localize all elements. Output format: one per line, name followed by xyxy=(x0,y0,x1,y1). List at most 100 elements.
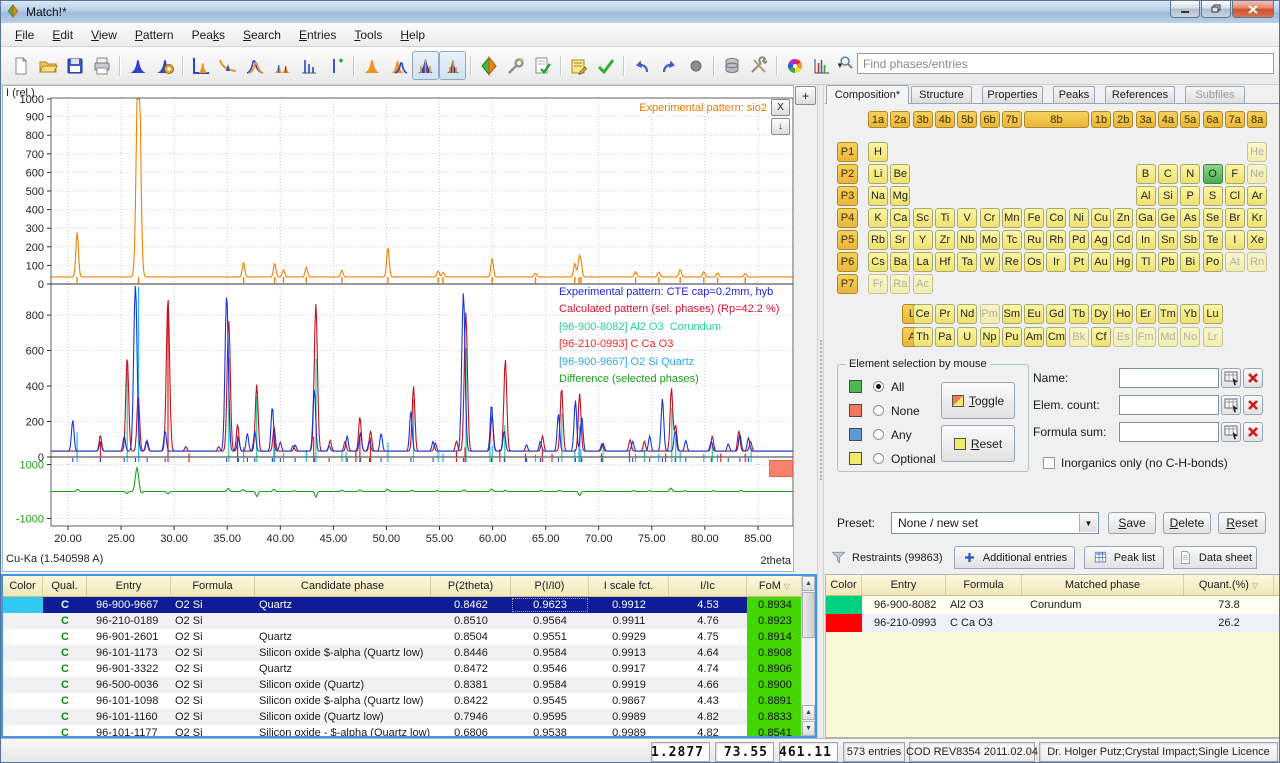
element-Al[interactable]: Al xyxy=(1136,186,1156,206)
background-curve-button[interactable] xyxy=(214,51,241,80)
candidate-row-96-101-1160[interactable]: C 96-101-1160 O2 Si Silicon oxide (Quart… xyxy=(3,709,815,725)
element-Si[interactable]: Si xyxy=(1158,186,1178,206)
column-header-entry[interactable]: Entry xyxy=(862,575,946,595)
element-Cd[interactable]: Cd xyxy=(1113,230,1133,250)
minimize-button[interactable] xyxy=(1170,1,1200,18)
element-S[interactable]: S xyxy=(1203,186,1223,206)
element-Pb[interactable]: Pb xyxy=(1158,252,1178,272)
candidate-table-scrollbar[interactable]: ▲ ▲ ▼ xyxy=(801,576,815,736)
element-Y[interactable]: Y xyxy=(913,230,933,250)
candidate-row-96-210-0189[interactable]: C 96-210-0189 O2 Si 0.8510 0.9564 0.9911… xyxy=(3,613,815,629)
element-Ga[interactable]: Ga xyxy=(1136,208,1156,228)
candidate-row-96-101-1173[interactable]: C 96-101-1173 O2 Si Silicon oxide $-alph… xyxy=(3,645,815,661)
element-Ag[interactable]: Ag xyxy=(1091,230,1111,250)
element-Te[interactable]: Te xyxy=(1203,230,1223,250)
element-Np[interactable]: Np xyxy=(980,327,1000,347)
group-header-5b[interactable]: 5b xyxy=(957,111,977,128)
formula-sum-field[interactable] xyxy=(1119,422,1219,442)
element-Fm[interactable]: Fm xyxy=(1136,327,1156,347)
element-Na[interactable]: Na xyxy=(868,186,888,206)
scroll-up2-icon[interactable]: ▲ xyxy=(802,705,815,720)
element-Er[interactable]: Er xyxy=(1136,304,1156,324)
element-Sc[interactable]: Sc xyxy=(913,208,933,228)
group-header-3a[interactable]: 3a xyxy=(1136,111,1156,128)
element-Kr[interactable]: Kr xyxy=(1247,208,1267,228)
tab-peaks[interactable]: Peaks xyxy=(1053,86,1095,103)
element-Hg[interactable]: Hg xyxy=(1113,252,1133,272)
element-Eu[interactable]: Eu xyxy=(1024,304,1044,324)
period-button-P2[interactable]: P2 xyxy=(837,164,858,184)
color-wheel-button[interactable] xyxy=(781,51,808,80)
element-At[interactable]: At xyxy=(1225,252,1245,272)
profile-overlap-button[interactable] xyxy=(241,51,268,80)
element-Hf[interactable]: Hf xyxy=(935,252,955,272)
element-Tm[interactable]: Tm xyxy=(1158,304,1178,324)
element-Ca[interactable]: Ca xyxy=(890,208,910,228)
element-Cr[interactable]: Cr xyxy=(980,208,1000,228)
radio-optional[interactable] xyxy=(873,453,884,464)
radio-none[interactable] xyxy=(873,405,884,416)
column-header-color[interactable]: Color xyxy=(826,575,862,595)
element-Es[interactable]: Es xyxy=(1113,327,1133,347)
column-header-qual[interactable]: Qual. xyxy=(43,576,87,596)
element-Tb[interactable]: Tb xyxy=(1069,304,1089,324)
toggle-button[interactable]: Toggle xyxy=(941,382,1015,419)
candidate-row-96-500-0036[interactable]: C 96-500-0036 O2 Si Silicon oxide (Quart… xyxy=(3,677,815,693)
preset-delete-button[interactable]: Delete xyxy=(1163,512,1211,534)
element-Li[interactable]: Li xyxy=(868,164,888,184)
column-header-fom[interactable]: FoM▽ xyxy=(747,576,803,596)
element-Lu[interactable]: Lu xyxy=(1203,304,1223,324)
name-clear-button[interactable] xyxy=(1243,368,1263,388)
group-header-8b[interactable]: 8b xyxy=(1024,111,1089,128)
scroll-down-icon[interactable]: ▼ xyxy=(802,721,815,736)
matched-phases-table[interactable]: ColorEntryFormulaMatched phaseQuant.(%)▽… xyxy=(825,574,1280,738)
element-N[interactable]: N xyxy=(1180,164,1200,184)
element-Rb[interactable]: Rb xyxy=(868,230,888,250)
element-Pd[interactable]: Pd xyxy=(1069,230,1089,250)
column-header-quant[interactable]: Quant.(%)▽ xyxy=(1184,575,1274,595)
group-header-4b[interactable]: 4b xyxy=(935,111,955,128)
add-pattern-button[interactable]: + xyxy=(795,86,816,105)
group-header-3b[interactable]: 3b xyxy=(913,111,933,128)
element-Pm[interactable]: Pm xyxy=(980,304,1000,324)
name-select-button[interactable] xyxy=(1221,368,1241,388)
element-Zn[interactable]: Zn xyxy=(1113,208,1133,228)
candidate-row-96-101-1177[interactable]: C 96-101-1177 O2 Si Silicon oxide - $-al… xyxy=(3,725,815,738)
verify-list-button[interactable] xyxy=(529,51,556,80)
group-header-8a[interactable]: 8a xyxy=(1247,111,1267,128)
element-Mn[interactable]: Mn xyxy=(1002,208,1022,228)
candidate-row-96-900-9667[interactable]: C 96-900-9667 O2 Si Quartz 0.8462 0.9623… xyxy=(3,597,815,613)
group-header-7a[interactable]: 7a xyxy=(1225,111,1245,128)
small-peaks-button[interactable] xyxy=(268,51,295,80)
name-field[interactable] xyxy=(1119,368,1219,388)
element-Gd[interactable]: Gd xyxy=(1046,304,1066,324)
preset-save-button[interactable]: Save xyxy=(1108,512,1156,534)
element-Ge[interactable]: Ge xyxy=(1158,208,1178,228)
element-Pr[interactable]: Pr xyxy=(935,304,955,324)
element-Bi[interactable]: Bi xyxy=(1180,252,1200,272)
element-Ar[interactable]: Ar xyxy=(1247,186,1267,206)
element-Tc[interactable]: Tc xyxy=(1002,230,1022,250)
peak-settings-button[interactable] xyxy=(151,51,178,80)
matched-row-96-210-0993[interactable]: 96-210-0993 C Ca O3 26.2 xyxy=(826,614,1280,632)
element-Sb[interactable]: Sb xyxy=(1180,230,1200,250)
move-pattern-down-button[interactable]: ↓ xyxy=(771,118,790,135)
element-Se[interactable]: Se xyxy=(1203,208,1223,228)
lower-tab-additionalentries[interactable]: Additional entries xyxy=(954,546,1075,569)
element-Os[interactable]: Os xyxy=(1024,252,1044,272)
element-U[interactable]: U xyxy=(957,327,977,347)
element-I[interactable]: I xyxy=(1225,230,1245,250)
tab-composition[interactable]: Composition* xyxy=(826,85,909,104)
column-header-formula[interactable]: Formula xyxy=(171,576,255,596)
add-peak-button[interactable] xyxy=(322,51,349,80)
element-Ir[interactable]: Ir xyxy=(1046,252,1066,272)
element-W[interactable]: W xyxy=(980,252,1000,272)
close-pattern-button[interactable]: X xyxy=(771,99,790,116)
lower-tab-peaklist[interactable]: Peak list xyxy=(1084,546,1164,569)
element-Pa[interactable]: Pa xyxy=(935,327,955,347)
element-Ru[interactable]: Ru xyxy=(1024,230,1044,250)
elem-count-clear-button[interactable] xyxy=(1243,395,1263,415)
element-Nd[interactable]: Nd xyxy=(957,304,977,324)
element-Mg[interactable]: Mg xyxy=(890,186,910,206)
element-Nb[interactable]: Nb xyxy=(957,230,977,250)
